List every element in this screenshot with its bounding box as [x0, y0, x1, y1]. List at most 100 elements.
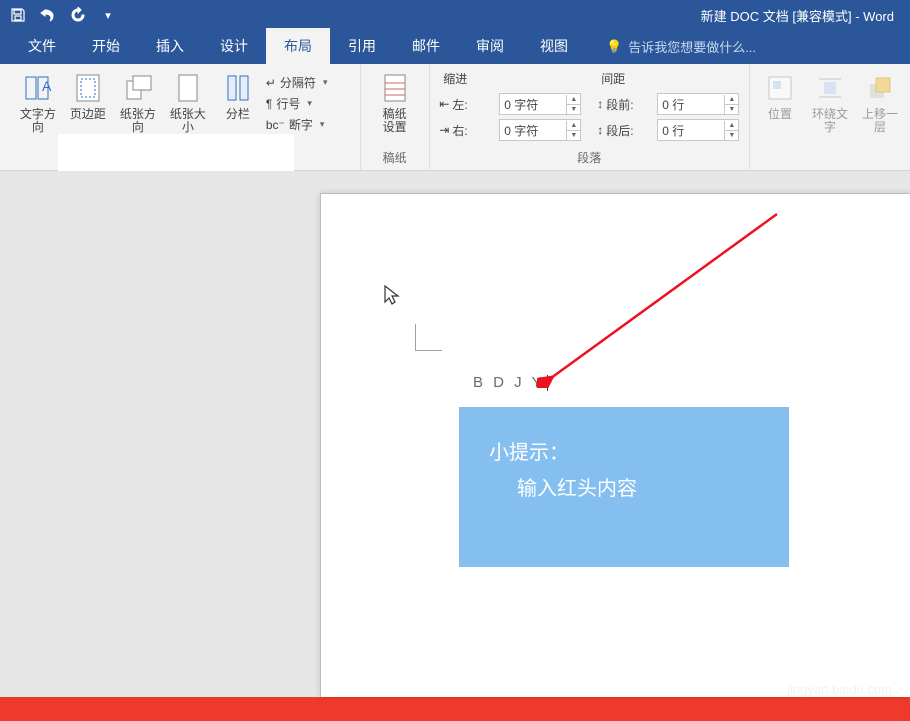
- manuscript-icon: [379, 72, 411, 104]
- group-paragraph-label: 段落: [438, 149, 741, 168]
- manuscript-settings-label: 稿纸 设置: [383, 108, 407, 134]
- text-direction-button[interactable]: A 文字方向: [16, 68, 60, 134]
- space-before-icon: ↕: [597, 97, 603, 111]
- indent-right-icon: ⇥: [439, 123, 449, 137]
- breaks-icon: ↵: [266, 76, 276, 90]
- tip-line1: 小提示：: [489, 435, 759, 471]
- tab-home[interactable]: 开始: [74, 28, 138, 64]
- breaks-button[interactable]: ↵ 分隔符: [266, 74, 344, 91]
- tab-insert[interactable]: 插入: [138, 28, 202, 64]
- watermark-brand: Baidu 经验: [771, 647, 892, 682]
- tab-view[interactable]: 视图: [522, 28, 586, 64]
- document-page[interactable]: B D J Y 小提示： 输入红头内容: [320, 193, 910, 697]
- down-arrow-icon[interactable]: ▼: [566, 104, 580, 114]
- bring-forward-button: 上移一层: [858, 68, 902, 134]
- document-workspace: B D J Y 小提示： 输入红头内容: [0, 171, 910, 697]
- svg-text:A: A: [42, 78, 52, 94]
- undo-button[interactable]: [36, 3, 60, 27]
- line-numbers-icon: ¶: [266, 97, 272, 111]
- wrap-text-button: 环绕文字: [808, 68, 852, 134]
- hyphenation-button[interactable]: bc⁻ 断字: [266, 116, 344, 133]
- lightbulb-icon: 💡: [606, 39, 622, 55]
- hyphenation-label: 断字: [289, 116, 313, 133]
- tab-layout[interactable]: 布局: [266, 28, 330, 64]
- columns-icon: [222, 72, 254, 104]
- indent-heading: 缩进: [439, 68, 581, 89]
- down-arrow-icon[interactable]: ▼: [566, 130, 580, 140]
- text-caret-icon: [545, 374, 548, 391]
- tab-file[interactable]: 文件: [10, 28, 74, 64]
- save-button[interactable]: [6, 3, 30, 27]
- title-bar: ▾ 新建 DOC 文档 [兼容模式] - Word: [0, 0, 910, 30]
- tell-me-placeholder: 告诉我您想要做什么...: [628, 37, 756, 56]
- columns-label: 分栏: [226, 108, 250, 121]
- orientation-label: 纸张方向: [116, 108, 160, 134]
- space-after-value[interactable]: [658, 121, 724, 139]
- margins-icon: [72, 72, 104, 104]
- margins-button[interactable]: 页边距: [66, 68, 110, 121]
- manuscript-settings-button[interactable]: 稿纸 设置: [373, 68, 417, 134]
- redo-button[interactable]: [66, 3, 90, 27]
- up-arrow-icon[interactable]: ▲: [566, 121, 580, 130]
- tell-me-search[interactable]: 💡 告诉我您想要做什么...: [596, 29, 766, 64]
- hyphenation-icon: bc⁻: [266, 118, 285, 132]
- ribbon-tabs: 文件 开始 插入 设计 布局 引用 邮件 审阅 视图 💡 告诉我您想要做什么..…: [0, 30, 910, 64]
- indent-left-input[interactable]: ▲▼: [499, 93, 581, 115]
- down-arrow-icon[interactable]: ▼: [724, 130, 738, 140]
- tab-references[interactable]: 引用: [330, 28, 394, 64]
- wrap-text-icon: [814, 72, 846, 104]
- text-direction-icon: A: [22, 72, 54, 104]
- bring-forward-label: 上移一层: [858, 108, 902, 134]
- group-manuscript-label: 稿纸: [369, 149, 421, 168]
- paw-icon: [737, 653, 765, 677]
- tab-review[interactable]: 审阅: [458, 28, 522, 64]
- position-icon: [764, 72, 796, 104]
- indent-right-input[interactable]: ▲▼: [499, 119, 581, 141]
- watermark-url: jingyan.baidu.com: [737, 682, 892, 697]
- ribbon: A 文字方向 页边距 纸张方向: [0, 64, 910, 171]
- window-title: 新建 DOC 文档 [兼容模式] - Word: [120, 6, 904, 25]
- position-label: 位置: [768, 108, 792, 121]
- spacing-heading: 间距: [597, 68, 739, 89]
- orientation-button[interactable]: 纸张方向: [116, 68, 160, 134]
- tab-design[interactable]: 设计: [202, 28, 266, 64]
- group-page-setup: A 文字方向 页边距 纸张方向: [0, 64, 361, 170]
- indent-right-value[interactable]: [500, 121, 566, 139]
- group-arrange: 位置 环绕文字 上移一层: [750, 64, 910, 170]
- tip-line2: 输入红头内容: [489, 471, 759, 507]
- orientation-icon: [122, 72, 154, 104]
- line-numbers-label: 行号: [276, 95, 300, 112]
- up-arrow-icon[interactable]: ▲: [724, 95, 738, 104]
- size-icon: [172, 72, 204, 104]
- space-before-value[interactable]: [658, 95, 724, 113]
- cursor-pointer-icon: [383, 284, 401, 312]
- space-before-label: 段前:: [606, 96, 633, 113]
- size-button[interactable]: 纸张大小: [166, 68, 210, 134]
- space-before-input[interactable]: ▲▼: [657, 93, 739, 115]
- wrap-text-label: 环绕文字: [808, 108, 852, 134]
- document-text-content: B D J Y: [473, 374, 545, 391]
- footer-red-bar: [0, 697, 910, 721]
- line-numbers-button[interactable]: ¶ 行号: [266, 95, 344, 112]
- down-arrow-icon[interactable]: ▼: [724, 104, 738, 114]
- document-text[interactable]: B D J Y: [473, 374, 548, 391]
- annotation-arrow-icon: [537, 206, 787, 388]
- tip-callout: 小提示： 输入红头内容: [459, 407, 789, 567]
- breaks-label: 分隔符: [280, 74, 316, 91]
- qat-customize-button[interactable]: ▾: [96, 3, 120, 27]
- space-after-input[interactable]: ▲▼: [657, 119, 739, 141]
- bring-forward-icon: [864, 72, 896, 104]
- workspace-gutter: [0, 171, 320, 697]
- size-label: 纸张大小: [166, 108, 210, 134]
- columns-button[interactable]: 分栏: [216, 68, 260, 121]
- space-after-icon: ↕: [597, 123, 603, 137]
- margins-label: 页边距: [70, 108, 106, 121]
- up-arrow-icon[interactable]: ▲: [724, 121, 738, 130]
- indent-left-value[interactable]: [500, 95, 566, 113]
- group-arrange-label: [758, 152, 902, 168]
- position-button: 位置: [758, 68, 802, 121]
- text-direction-label: 文字方向: [16, 108, 60, 134]
- indent-left-icon: ⇤: [439, 97, 449, 111]
- up-arrow-icon[interactable]: ▲: [566, 95, 580, 104]
- tab-mailings[interactable]: 邮件: [394, 28, 458, 64]
